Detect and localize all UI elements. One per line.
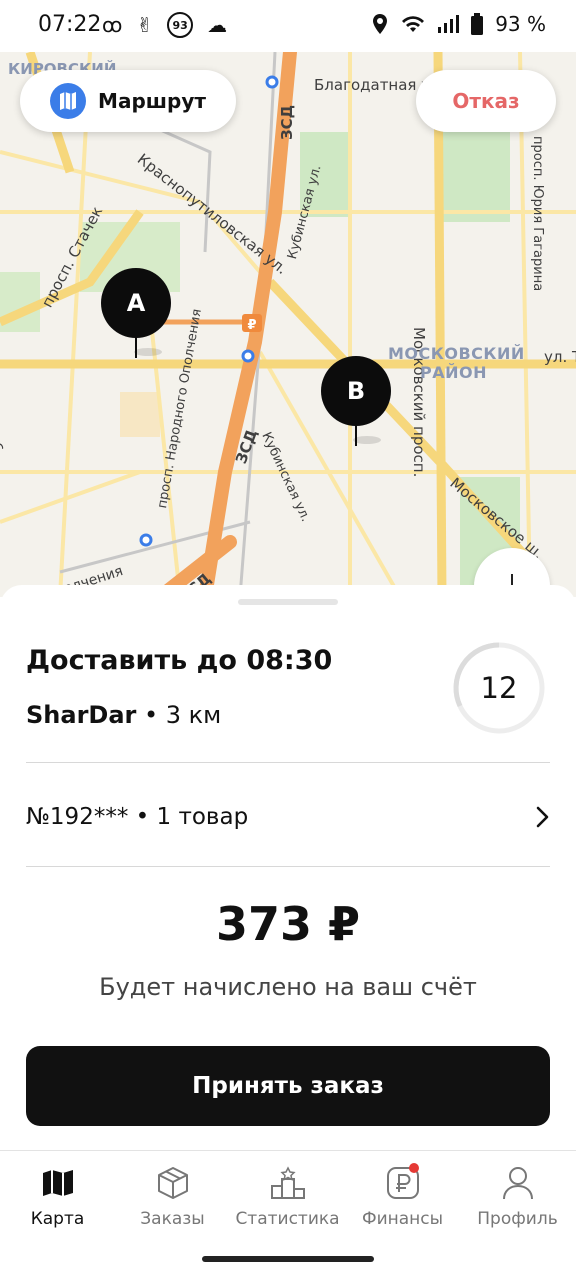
nav-item-orders[interactable]: Заказы	[115, 1163, 230, 1229]
nav-label: Профиль	[477, 1209, 558, 1229]
svg-text:₽: ₽	[247, 318, 256, 333]
notification-badge: 93	[167, 12, 194, 38]
map-label-zsd: ЗСД	[278, 104, 296, 140]
order-price: 373 ₽	[215, 897, 361, 951]
pin-b-stem	[355, 424, 357, 446]
profile-icon	[502, 1167, 533, 1200]
map-label-district: МОСКОВСКИЙ РАЙОН	[388, 344, 525, 382]
wifi-icon	[402, 16, 425, 32]
nav-label: Карта	[30, 1209, 85, 1229]
nav-label: Заказы	[140, 1209, 205, 1229]
divider	[26, 762, 550, 763]
status-bar: 07:22 ꝏ ✌ 93 ☁ 93 %	[0, 0, 576, 52]
cloud-icon: ☁	[207, 13, 228, 37]
accept-order-button[interactable]: Принять заказ	[26, 1046, 550, 1126]
victory-hand-icon: ✌	[136, 13, 154, 37]
battery-icon	[471, 13, 484, 35]
nav-item-map[interactable]: Карта	[0, 1163, 115, 1229]
countdown-timer: 12	[452, 641, 546, 735]
chevron-right-icon	[536, 806, 549, 828]
map-icon	[42, 1170, 73, 1196]
route-button[interactable]: Маршрут	[20, 70, 236, 132]
nav-item-statistics[interactable]: Статистика	[230, 1163, 345, 1229]
distance: • 3 км	[136, 701, 222, 729]
deliver-until: Доставить до 08:30	[26, 645, 333, 676]
pin-b[interactable]: B	[321, 356, 391, 426]
map-label-gagarina: просп. Юрия Гагарина	[530, 136, 545, 292]
battery-percent: 93 %	[495, 12, 546, 36]
timer-value: 12	[480, 671, 518, 705]
nav-item-finance[interactable]: Финансы	[345, 1163, 460, 1229]
podium-icon	[270, 1166, 305, 1199]
cancel-button[interactable]: Отказ	[416, 70, 556, 132]
store-info: SharDar • 3 км	[26, 701, 221, 729]
sheet-handle[interactable]	[238, 599, 338, 605]
order-number: №192*** • 1 товар	[26, 804, 249, 830]
map-view[interactable]: ₽ КИРОВСКИЙ Благодатная ул. ЗСД Кубинска…	[0, 52, 576, 597]
price-note: Будет начислено на ваш счёт	[99, 973, 477, 1001]
map-label-ul-t: ул. Т	[544, 348, 576, 366]
signal-icon	[438, 15, 460, 33]
store-name: SharDar	[26, 701, 137, 729]
route-button-label: Маршрут	[98, 89, 206, 113]
location-icon	[373, 14, 388, 34]
nav-label: Финансы	[361, 1209, 444, 1229]
home-indicator[interactable]	[202, 1256, 374, 1262]
status-time: 07:22	[38, 12, 102, 37]
map-icon	[50, 83, 87, 119]
box-icon	[157, 1167, 188, 1199]
notification-dot	[409, 1163, 419, 1173]
order-details-row[interactable]: №192*** • 1 товар	[26, 785, 550, 849]
nav-label: Статистика	[235, 1209, 340, 1229]
pin-a-stem	[135, 336, 137, 358]
loop-icon: ꝏ	[102, 13, 123, 37]
pin-a[interactable]: A	[101, 268, 171, 338]
divider	[26, 866, 550, 867]
nav-item-profile[interactable]: Профиль	[460, 1163, 575, 1229]
